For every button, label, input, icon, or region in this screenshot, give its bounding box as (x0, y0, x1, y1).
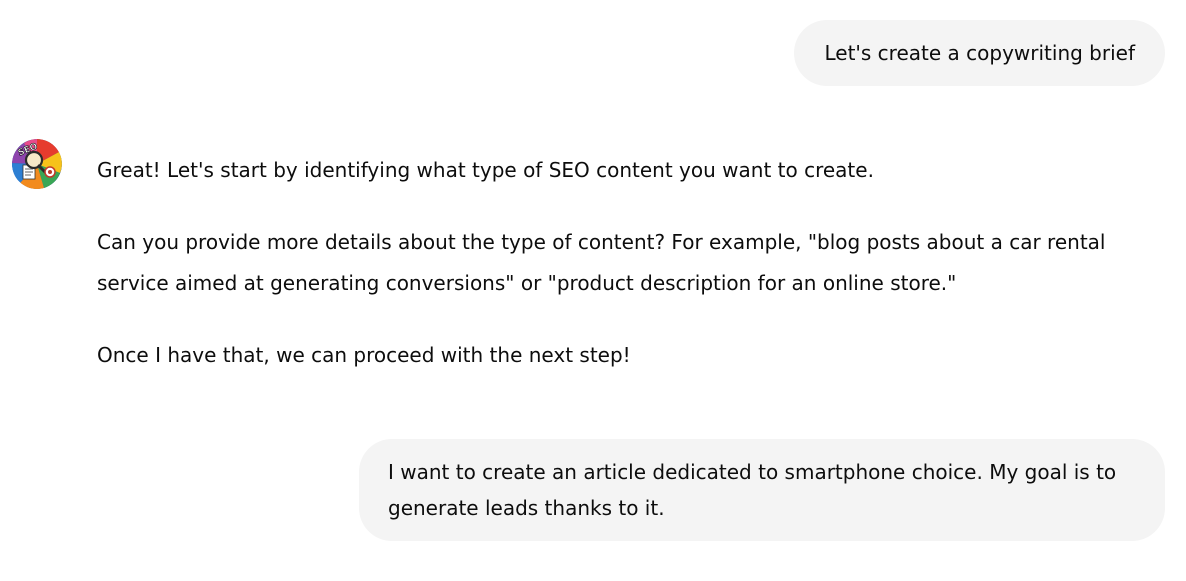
assistant-message: Great! Let's start by identifying what t… (97, 150, 1177, 376)
assistant-paragraph: Once I have that, we can proceed with th… (97, 343, 631, 367)
user-message-bubble: I want to create an article dedicated to… (359, 439, 1165, 541)
assistant-avatar-icon: SEO (12, 139, 62, 189)
assistant-paragraph: Great! Let's start by identifying what t… (97, 158, 874, 182)
user-message-bubble: Let's create a copywriting brief (794, 20, 1165, 86)
assistant-paragraph: Can you provide more details about the t… (97, 230, 1106, 295)
